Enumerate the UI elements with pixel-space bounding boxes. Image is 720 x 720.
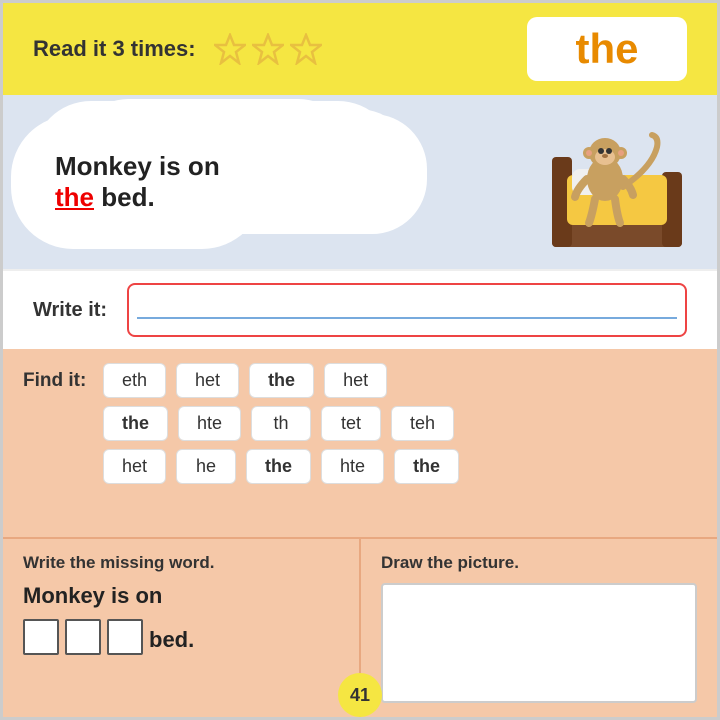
read-label: Read it 3 times: (33, 36, 196, 62)
sentence-part2: bed. (101, 182, 154, 212)
word-chip-eth[interactable]: eth (103, 363, 166, 398)
monkey-illustration (497, 107, 697, 257)
sentence: Monkey is on the bed. (55, 151, 220, 213)
sight-word: the (576, 25, 639, 72)
word-chip-teh[interactable]: teh (391, 406, 454, 441)
star-1 (214, 33, 246, 65)
write-missing-section: Write the missing word. Monkey is on bed… (3, 539, 361, 717)
find-section: Find it: eth het the het the hte th tet … (3, 349, 717, 537)
header: Read it 3 times: the (3, 3, 717, 95)
write-section: Write it: (3, 269, 717, 349)
write-line (137, 317, 677, 319)
write-label: Write it: (33, 299, 107, 322)
story-section: Monkey is on the bed. (3, 95, 717, 269)
find-row-3: het he the hte the (23, 449, 697, 484)
find-label: Find it: (23, 370, 93, 392)
draw-area[interactable] (381, 583, 697, 703)
page-number-container: 41 (338, 673, 382, 717)
monkey-bed-svg (497, 107, 697, 257)
monkey-sentence-part1: Monkey is on (23, 583, 339, 609)
word-chip-hte-1[interactable]: hte (178, 406, 241, 441)
blank-box-3[interactable] (107, 619, 143, 655)
word-chip-the-2[interactable]: the (103, 406, 168, 441)
blank-boxes (23, 619, 143, 655)
write-missing-title: Write the missing word. (23, 553, 339, 573)
sight-word-box: the (527, 17, 687, 81)
word-chip-he[interactable]: he (176, 449, 236, 484)
find-row-1: Find it: eth het the het (23, 363, 697, 398)
blank-box-2[interactable] (65, 619, 101, 655)
star-2 (252, 33, 284, 65)
word-chip-het-1[interactable]: het (176, 363, 239, 398)
draw-picture-title: Draw the picture. (381, 553, 697, 573)
star-3 (290, 33, 322, 65)
word-chip-th[interactable]: th (251, 406, 311, 441)
write-input-box[interactable] (127, 283, 687, 337)
word-chip-tet[interactable]: tet (321, 406, 381, 441)
sentence-highlight: the (55, 182, 94, 212)
word-chip-het-3[interactable]: het (103, 449, 166, 484)
page-number: 41 (338, 673, 382, 717)
sentence-part1: Monkey is on (55, 151, 220, 181)
blank-box-1[interactable] (23, 619, 59, 655)
word-chip-hte-2[interactable]: hte (321, 449, 384, 484)
stars-container (214, 33, 322, 65)
word-chip-the-1[interactable]: the (249, 363, 314, 398)
page: Read it 3 times: the Monkey is on the be… (0, 0, 720, 720)
bed-text: bed. (149, 627, 194, 653)
word-chip-the-3[interactable]: the (246, 449, 311, 484)
find-row-2: the hte th tet teh (23, 406, 697, 441)
story-cloud: Monkey is on the bed. (23, 127, 252, 237)
draw-picture-section: Draw the picture. (361, 539, 717, 717)
word-chip-the-4[interactable]: the (394, 449, 459, 484)
word-chip-het-2[interactable]: het (324, 363, 387, 398)
